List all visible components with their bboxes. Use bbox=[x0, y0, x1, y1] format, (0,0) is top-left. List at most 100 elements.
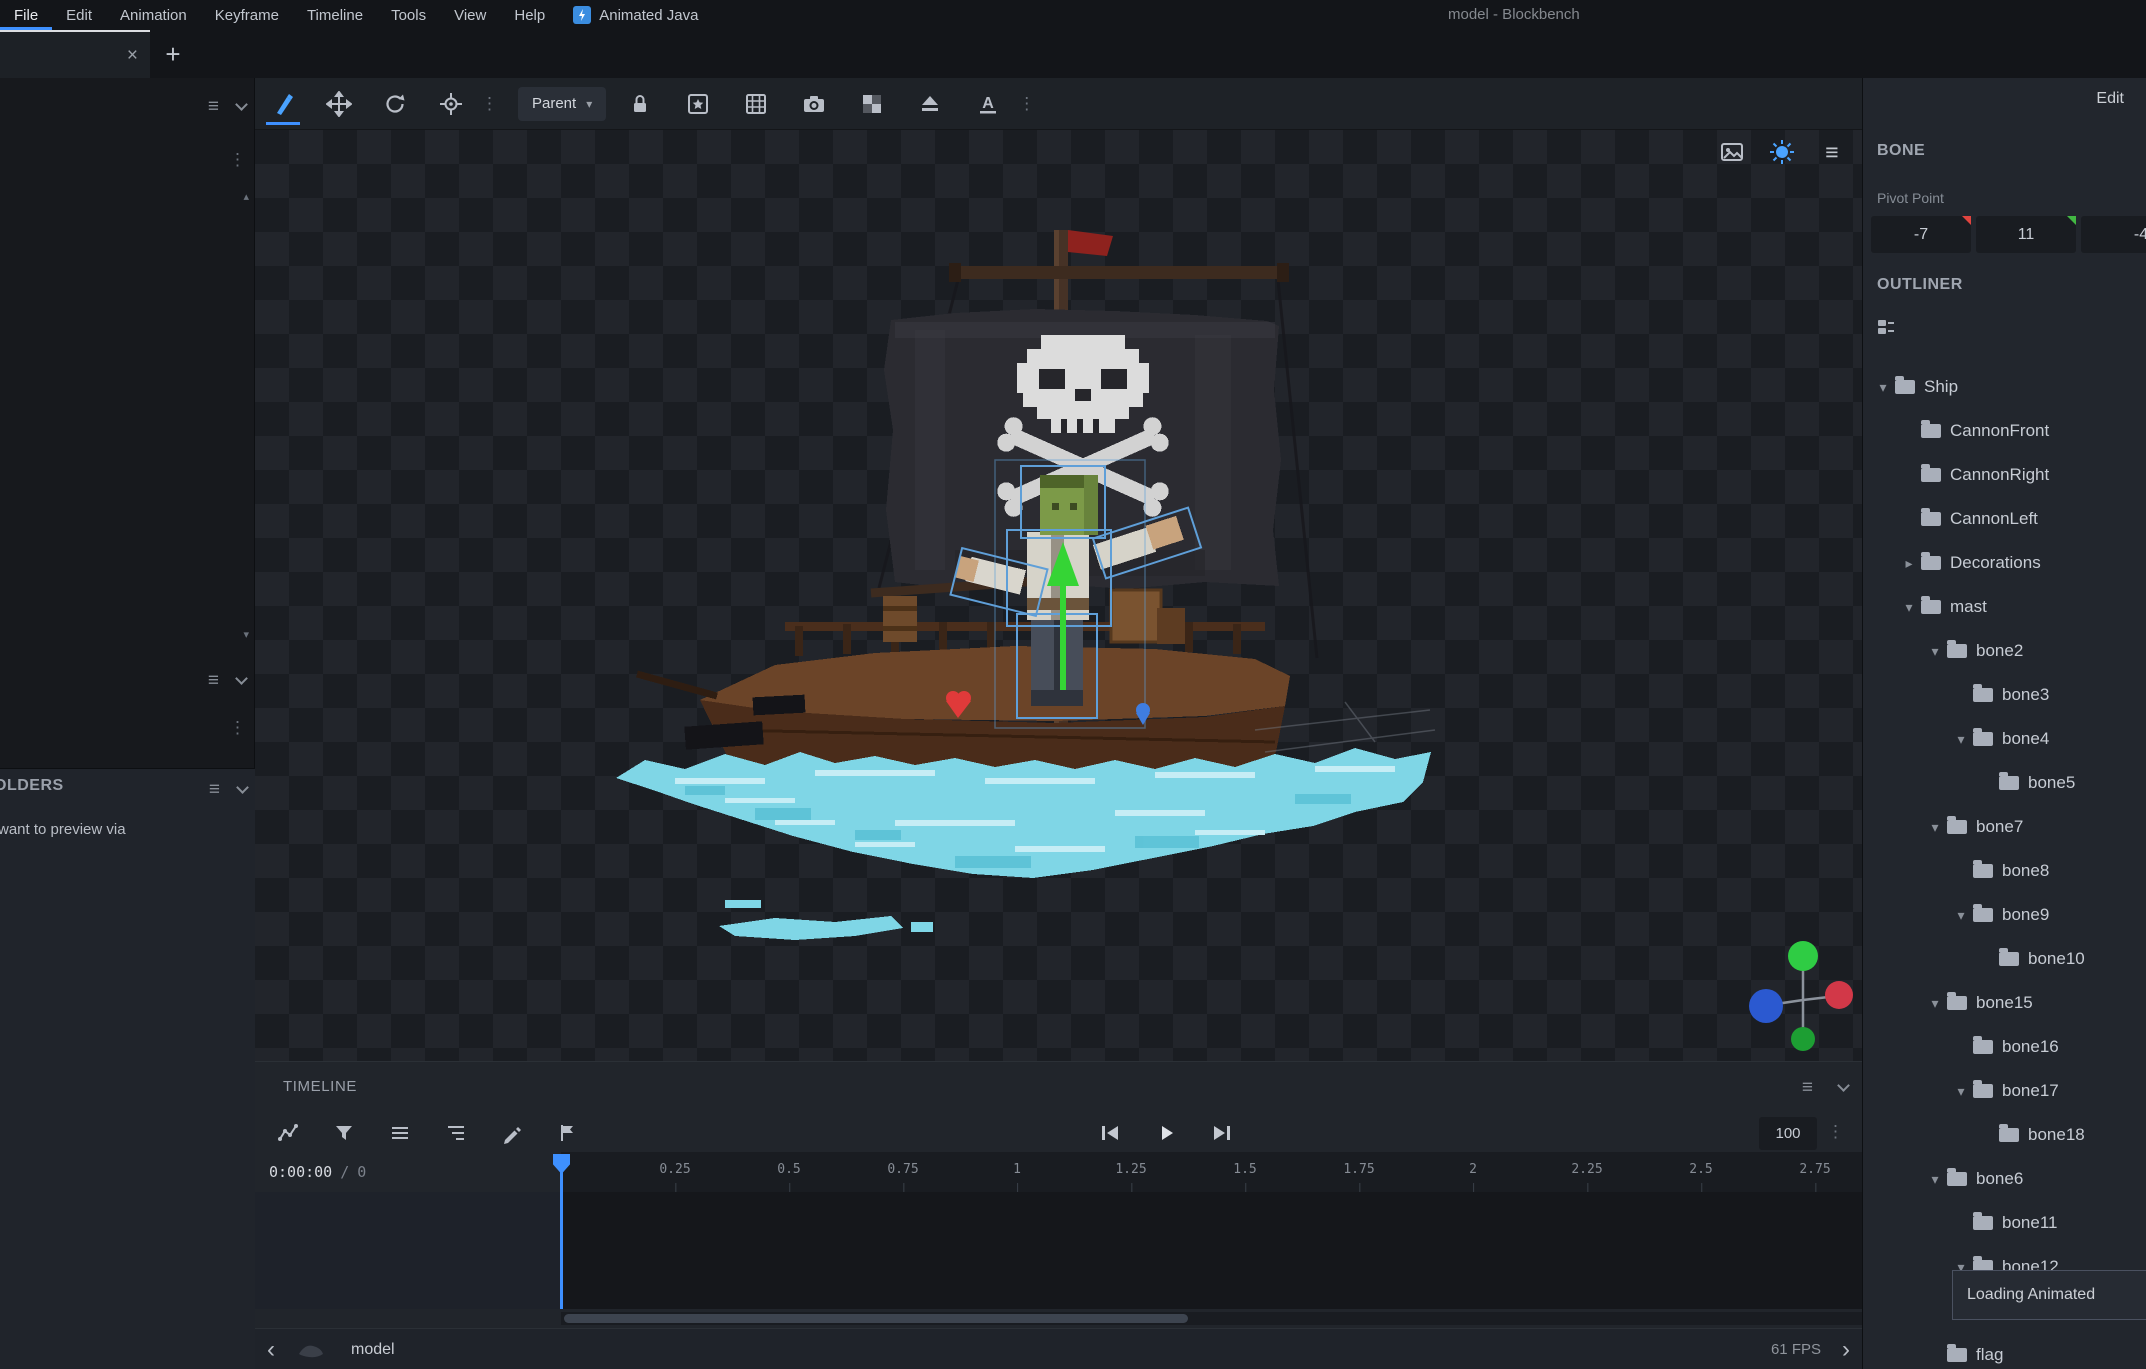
chevron-down-icon[interactable]: ▾ bbox=[1949, 907, 1973, 924]
marker-flag-button[interactable] bbox=[551, 1116, 585, 1150]
axis-ball-red[interactable] bbox=[1825, 981, 1853, 1009]
chevron-down-icon[interactable]: ▾ bbox=[1923, 1171, 1947, 1188]
eject-button[interactable] bbox=[908, 82, 952, 126]
outliner-node-bone6[interactable]: ▾bone6 bbox=[1863, 1157, 2146, 1201]
text-format-button[interactable]: A bbox=[966, 82, 1010, 126]
outliner-toggles-icon[interactable] bbox=[1875, 316, 1897, 338]
outliner-node-mast[interactable]: ▾mast bbox=[1863, 585, 2146, 629]
view-axis-gizmo[interactable] bbox=[1733, 930, 1862, 1061]
parent-mode-dropdown[interactable]: Parent ▾ bbox=[518, 87, 606, 121]
timeline-zoom-input[interactable] bbox=[1759, 1117, 1817, 1150]
outliner-node-cannonleft[interactable]: CannonLeft bbox=[1863, 497, 2146, 541]
outliner-node-cannonright[interactable]: CannonRight bbox=[1863, 453, 2146, 497]
outliner-node-decorations[interactable]: ▸Decorations bbox=[1863, 541, 2146, 585]
outliner-node-bone4[interactable]: ▾bone4 bbox=[1863, 717, 2146, 761]
camera-button[interactable] bbox=[792, 82, 836, 126]
chevron-down-icon[interactable] bbox=[1837, 1079, 1850, 1092]
panel-menu-icon[interactable]: ≡ bbox=[209, 780, 220, 799]
move-tool-button[interactable] bbox=[317, 82, 361, 126]
panel-drag-handle-icon[interactable]: ⋮ bbox=[229, 150, 246, 170]
panel-menu-icon[interactable]: ≡ bbox=[208, 97, 219, 116]
timeline-ruler[interactable]: 00.250.50.7511.251.51.7522.252.52.75 bbox=[561, 1152, 1862, 1192]
chevron-down-icon[interactable] bbox=[235, 98, 248, 111]
jump-end-button[interactable] bbox=[1205, 1116, 1239, 1150]
edit-keyframe-button[interactable] bbox=[495, 1116, 529, 1150]
timeline-overflow-icon[interactable]: ⋮ bbox=[1819, 1122, 1852, 1142]
filter-button[interactable] bbox=[327, 1116, 361, 1150]
chevron-down-icon[interactable]: ▾ bbox=[1923, 995, 1947, 1012]
chevron-down-icon[interactable]: ▾ bbox=[1871, 379, 1895, 396]
chevron-down-icon[interactable]: ▾ bbox=[1923, 643, 1947, 660]
chevron-down-icon[interactable]: ▾ bbox=[1897, 599, 1921, 616]
outliner-node-bone10[interactable]: bone10 bbox=[1863, 937, 2146, 981]
new-tab-button[interactable]: + bbox=[150, 30, 196, 78]
outliner-node-bone5[interactable]: bone5 bbox=[1863, 761, 2146, 805]
filmstrip-button[interactable] bbox=[734, 82, 778, 126]
jump-start-button[interactable] bbox=[1093, 1116, 1127, 1150]
outliner-node-bone18[interactable]: bone18 bbox=[1863, 1113, 2146, 1157]
lighting-button[interactable] bbox=[1766, 136, 1798, 168]
menu-item-animated-java[interactable]: Animated Java bbox=[559, 0, 712, 30]
pivot-x-input[interactable]: -7 bbox=[1871, 216, 1971, 253]
outliner-node-bone3[interactable]: bone3 bbox=[1863, 673, 2146, 717]
graph-editor-button[interactable] bbox=[271, 1116, 305, 1150]
chevron-down-icon[interactable]: ▾ bbox=[1949, 731, 1973, 748]
viewport-canvas[interactable] bbox=[255, 130, 1862, 1061]
prev-animation-button[interactable]: ‹ bbox=[261, 1329, 281, 1369]
timeline-menu-button[interactable] bbox=[383, 1116, 417, 1150]
chevron-down-icon[interactable] bbox=[235, 672, 248, 685]
pivot-y-input[interactable]: 11 bbox=[1976, 216, 2076, 253]
panel-menu-icon[interactable]: ≡ bbox=[1802, 1078, 1813, 1097]
scroll-up-icon[interactable]: ▴ bbox=[243, 190, 249, 203]
pivot-z-input[interactable]: -4 bbox=[2081, 216, 2146, 253]
toolbar-overflow-icon[interactable]: ⋮ bbox=[473, 94, 506, 114]
viewport-menu-button[interactable]: ≡ bbox=[1816, 136, 1848, 168]
panel-menu-icon[interactable]: ≡ bbox=[208, 671, 219, 690]
chevron-down-icon[interactable]: ▾ bbox=[1923, 819, 1947, 836]
outliner-node-bone2[interactable]: ▾bone2 bbox=[1863, 629, 2146, 673]
menu-item-animation[interactable]: Animation bbox=[106, 0, 201, 30]
timeline-track-area[interactable] bbox=[561, 1192, 1862, 1309]
chevron-down-icon[interactable]: ▾ bbox=[1949, 1083, 1973, 1100]
menu-item-timeline[interactable]: Timeline bbox=[293, 0, 377, 30]
outliner-node-bone17[interactable]: ▾bone17 bbox=[1863, 1069, 2146, 1113]
axis-ball-blue[interactable] bbox=[1749, 989, 1783, 1023]
rotate-tool-button[interactable] bbox=[373, 82, 417, 126]
panel-drag-handle-icon[interactable]: ⋮ bbox=[229, 718, 246, 738]
outliner-node-bone16[interactable]: bone16 bbox=[1863, 1025, 2146, 1069]
outliner-node-ship[interactable]: ▾Ship bbox=[1863, 365, 2146, 409]
axis-ball-green-bottom[interactable] bbox=[1791, 1027, 1815, 1051]
outliner-node-bone9[interactable]: ▾bone9 bbox=[1863, 893, 2146, 937]
tab-close-icon[interactable]: × bbox=[127, 46, 138, 65]
outliner-node-bone8[interactable]: bone8 bbox=[1863, 849, 2146, 893]
background-image-button[interactable] bbox=[1716, 136, 1748, 168]
transform-tool-button[interactable] bbox=[261, 82, 305, 126]
toast-notification[interactable]: Loading Animated bbox=[1952, 1270, 2146, 1320]
axis-ball-green-top[interactable] bbox=[1788, 941, 1818, 971]
toolbar-overflow-icon[interactable]: ⋮ bbox=[1010, 94, 1043, 114]
checkerboard-button[interactable] bbox=[850, 82, 894, 126]
outliner-node-flag[interactable]: flag bbox=[1863, 1333, 2146, 1369]
chevron-down-icon[interactable] bbox=[236, 781, 249, 794]
menu-item-keyframe[interactable]: Keyframe bbox=[201, 0, 293, 30]
tab-model[interactable]: × bbox=[0, 30, 150, 78]
play-button[interactable] bbox=[1149, 1116, 1183, 1150]
menu-item-view[interactable]: View bbox=[440, 0, 500, 30]
outliner-node-cannonfront[interactable]: CannonFront bbox=[1863, 409, 2146, 453]
outliner-node-bone15[interactable]: ▾bone15 bbox=[1863, 981, 2146, 1025]
mode-tab-edit[interactable]: Edit bbox=[2096, 90, 2124, 108]
outliner-node-bone7[interactable]: ▾bone7 bbox=[1863, 805, 2146, 849]
outliner-node-bone11[interactable]: bone11 bbox=[1863, 1201, 2146, 1245]
star-box-button[interactable] bbox=[676, 82, 720, 126]
animation-name[interactable]: model bbox=[351, 1329, 395, 1369]
lock-button[interactable] bbox=[618, 82, 662, 126]
pivot-tool-button[interactable] bbox=[429, 82, 473, 126]
menu-item-help[interactable]: Help bbox=[500, 0, 559, 30]
menu-item-edit[interactable]: Edit bbox=[52, 0, 106, 30]
scroll-down-icon[interactable]: ▾ bbox=[243, 628, 249, 641]
menu-item-file[interactable]: File bbox=[0, 0, 52, 30]
sort-button[interactable] bbox=[439, 1116, 473, 1150]
chevron-right-icon[interactable]: ▸ bbox=[1897, 555, 1921, 572]
next-animation-button[interactable]: › bbox=[1836, 1329, 1856, 1369]
menu-item-tools[interactable]: Tools bbox=[377, 0, 440, 30]
